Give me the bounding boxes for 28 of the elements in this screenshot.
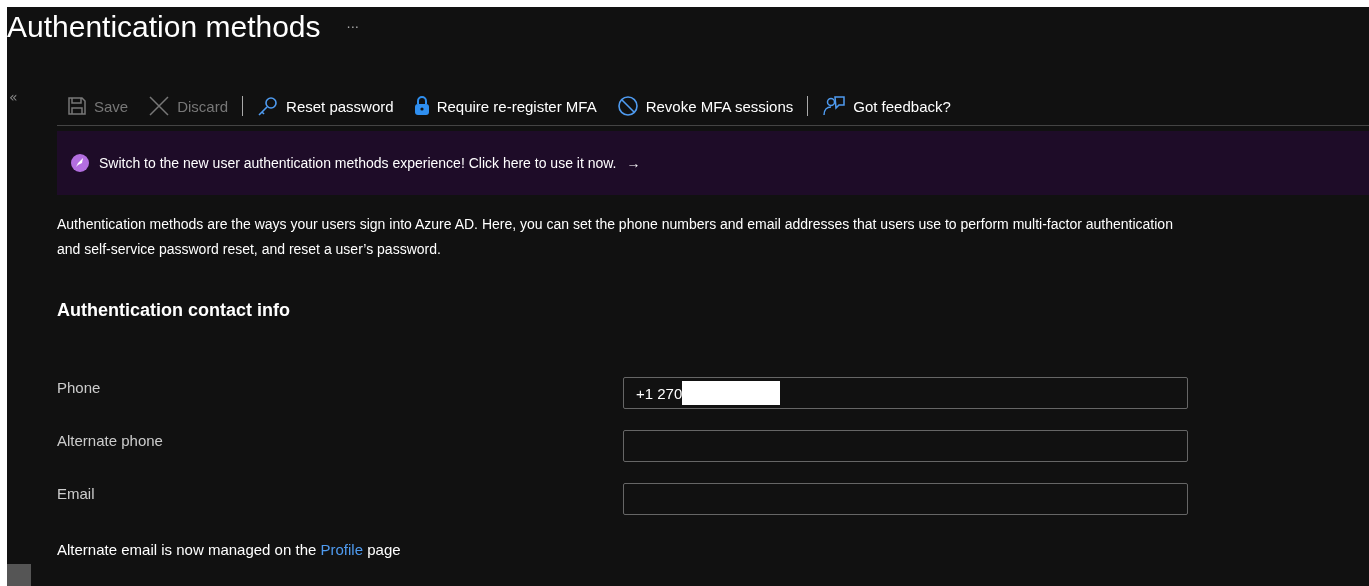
more-button[interactable]: ···	[346, 19, 359, 35]
toolbar-button[interactable]: Got feedback?	[812, 91, 961, 121]
notification-banner[interactable]: Switch to the new user authentication methods experience! Click here to use it now. →	[57, 131, 1369, 195]
close-icon	[148, 95, 171, 117]
lock-icon	[413, 96, 430, 116]
toolbar-button[interactable]: Reset password	[247, 91, 404, 121]
input-field[interactable]	[623, 483, 1188, 515]
input-field[interactable]: +1 270	[623, 377, 1188, 409]
save-icon	[67, 96, 87, 116]
field-label: Alternate phone	[57, 431, 164, 449]
rocket-icon	[71, 154, 89, 172]
scroll-handle[interactable]	[7, 564, 31, 586]
description-text: Authentication methods are the ways your users sign into Azure AD. Here, you can set the phone numbers and email addresses that users use to perform multi-factor authentication and self-service password reset, and reset a user’s password.	[57, 215, 1174, 259]
section-heading: Authentication contact info	[57, 300, 291, 321]
banner-text: Switch to the new user authentication methods experience! Click here to use it now.	[99, 155, 617, 171]
feedback-icon	[822, 95, 847, 117]
page-title: Authentication methods	[7, 10, 321, 44]
block-icon	[616, 95, 639, 117]
key-icon	[257, 95, 280, 117]
profile-link[interactable]: Profile	[320, 541, 364, 558]
input-field[interactable]	[623, 430, 1188, 462]
collapse-button[interactable]: «	[9, 89, 18, 105]
field-label: Email	[57, 484, 96, 502]
toolbar-button[interactable]: Revoke MFA sessions	[606, 91, 804, 121]
arrow-icon: →	[626, 155, 641, 171]
toolbar-button[interactable]: Require re-register MFA	[403, 91, 607, 121]
field-label: Phone	[57, 378, 102, 396]
note-text: Alternate email is now managed on the Profile page	[57, 541, 402, 558]
